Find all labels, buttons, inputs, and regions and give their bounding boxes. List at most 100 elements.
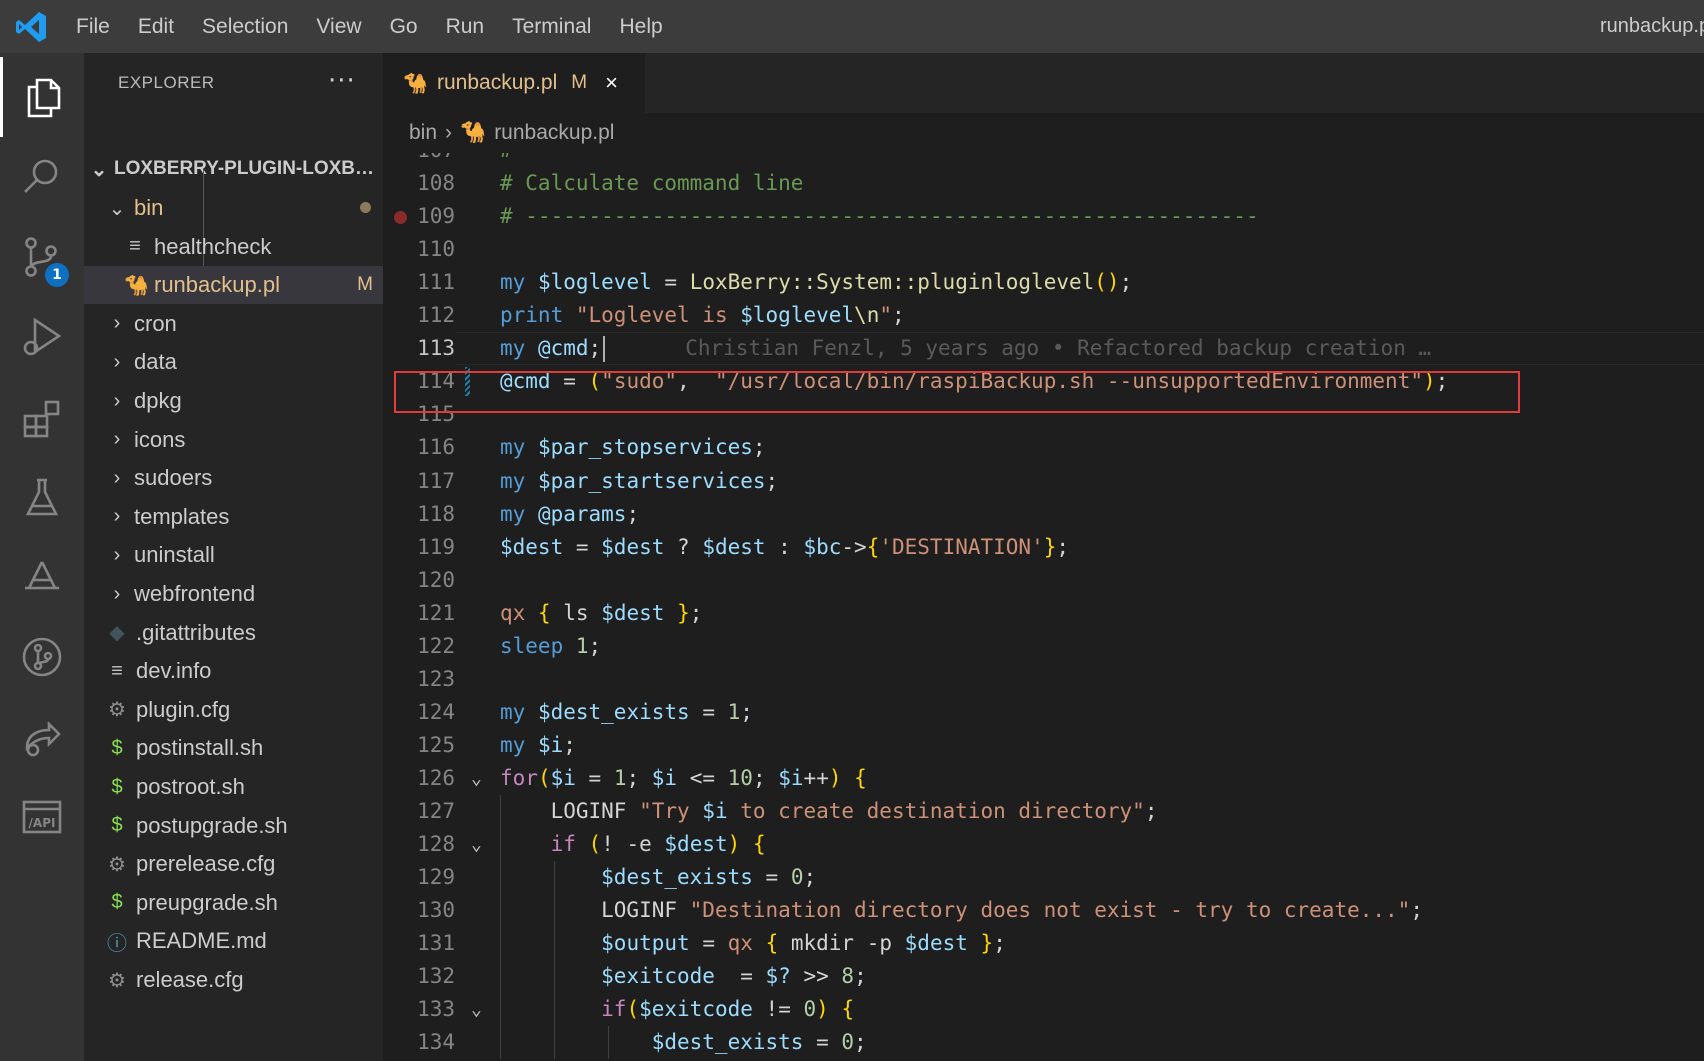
code-line[interactable]: ⌄ 133 if($exitcode != 0) { xyxy=(383,993,1704,1026)
explorer-item-label: sudoers xyxy=(134,465,213,491)
explorer-item-bin[interactable]: ⌄ bin xyxy=(84,189,383,227)
explorer-item-dpkg[interactable]: › dpkg xyxy=(84,382,383,420)
line-number: 132 xyxy=(417,964,455,989)
code-line[interactable]: 120 xyxy=(383,564,1704,597)
code-line[interactable]: 116 my $par_stopservices; xyxy=(383,431,1704,464)
search-activity[interactable] xyxy=(0,137,84,217)
tab-runbackup[interactable]: 🐪 runbackup.pl M × xyxy=(383,53,645,113)
explorer-activity[interactable] xyxy=(0,57,84,137)
menu-go[interactable]: Go xyxy=(376,15,432,39)
activity-bar: 1 /API xyxy=(0,53,84,1061)
menu-file[interactable]: File xyxy=(62,15,124,39)
shell-icon: $ xyxy=(111,736,123,759)
code-line[interactable]: 124 my $dest_exists = 1; xyxy=(383,696,1704,729)
explorer-item-label: preupgrade.sh xyxy=(136,889,278,915)
extensions-activity[interactable] xyxy=(0,377,84,457)
git-graph-activity[interactable] xyxy=(0,617,84,697)
explorer-item-icons[interactable]: › icons xyxy=(84,421,383,459)
chevron-down-icon: ⌄ xyxy=(108,197,126,220)
code-text: for($i = 1; $i <= 10; $i++) { xyxy=(500,765,867,790)
code-line[interactable]: 112 print "Loglevel is $loglevel\n"; xyxy=(383,299,1704,332)
code-line[interactable]: 113 my @cmd; Christian Fenzl, 5 years ago … xyxy=(383,332,1704,366)
chevron-right-icon: › xyxy=(113,312,121,335)
explorer-item-healthcheck[interactable]: ≡ healthcheck xyxy=(84,228,383,266)
code-line[interactable]: ⌄ 126 for($i = 1; $i <= 10; $i++) { xyxy=(383,762,1704,795)
explorer-item-postinstall-sh[interactable]: $ postinstall.sh xyxy=(84,729,383,767)
code-line[interactable]: 131 $output = qx { mkdir -p $dest }; xyxy=(383,927,1704,960)
explorer-item-uninstall[interactable]: › uninstall xyxy=(84,536,383,574)
close-icon[interactable]: × xyxy=(605,70,618,96)
source-control-activity[interactable]: 1 xyxy=(0,217,84,297)
code-text: LOGINF "Destination directory does not e… xyxy=(500,898,1423,923)
workspace-root[interactable]: ⌄ LOXBERRY-PLUGIN-LOXBE... xyxy=(84,150,383,188)
explorer-item-label: dpkg xyxy=(134,388,182,413)
breadcrumb-file[interactable]: runbackup.pl xyxy=(494,121,614,144)
explorer-item-webfrontend[interactable]: › webfrontend xyxy=(84,575,383,613)
tree-icon xyxy=(25,561,59,590)
explorer-item-sudoers[interactable]: › sudoers xyxy=(84,459,383,497)
code-line[interactable]: 130 LOGINF "Destination directory does n… xyxy=(383,894,1704,927)
api-activity[interactable]: /API xyxy=(0,777,84,857)
fold-chevron-icon[interactable]: ⌄ xyxy=(471,762,482,795)
menu-run[interactable]: Run xyxy=(432,15,499,39)
code-line[interactable]: 111 my $loglevel = LoxBerry::System::plug… xyxy=(383,266,1704,299)
code-line[interactable]: 107 # -----------------------------------… xyxy=(383,153,1704,167)
testing-activity[interactable] xyxy=(0,457,84,537)
code-line[interactable]: 134 $dest_exists = 0; xyxy=(383,1026,1704,1059)
vscode-logo-icon xyxy=(16,12,46,42)
menu-edit[interactable]: Edit xyxy=(124,15,188,39)
explorer-item-dev-info[interactable]: ≡ dev.info xyxy=(84,652,383,690)
code-line[interactable]: 125 my $i; xyxy=(383,729,1704,762)
explorer-item-plugin-cfg[interactable]: ⚙ plugin.cfg xyxy=(84,691,383,729)
code-line[interactable]: 121 qx { ls $dest }; xyxy=(383,597,1704,630)
live-share-activity[interactable] xyxy=(0,697,84,777)
menu-selection[interactable]: Selection xyxy=(188,15,302,39)
code-text: LOGINF "Try $i to create destination dir… xyxy=(500,799,1158,823)
code-line[interactable]: 118 my @params; xyxy=(383,498,1704,531)
run-debug-icon xyxy=(23,317,62,356)
code-line[interactable]: 129 $dest_exists = 0; xyxy=(383,861,1704,894)
explorer-item-prerelease-cfg[interactable]: ⚙ prerelease.cfg xyxy=(84,845,383,883)
fold-chevron-icon[interactable]: ⌄ xyxy=(471,828,482,861)
explorer-item-gitattributes[interactable]: ◆ .gitattributes xyxy=(84,614,383,652)
line-number: 134 xyxy=(417,1030,455,1055)
explorer-item-postupgrade-sh[interactable]: $ postupgrade.sh xyxy=(84,807,383,845)
chevron-right-icon: › xyxy=(113,428,121,451)
code-line[interactable]: 109 # -----------------------------------… xyxy=(383,200,1704,233)
explorer-item-templates[interactable]: › templates xyxy=(84,498,383,536)
explorer-item-release-cfg[interactable]: ⚙ release.cfg xyxy=(84,961,383,999)
explorer-item-label: templates xyxy=(134,503,230,529)
explorer-item-data[interactable]: › data xyxy=(84,343,383,381)
code-line[interactable]: 132 $exitcode = $? >> 8; xyxy=(383,960,1704,993)
code-line[interactable]: 117 my $par_startservices; xyxy=(383,465,1704,498)
explorer-item-readme-md[interactable]: ⓘ README.md xyxy=(84,922,383,960)
line-number: 130 xyxy=(417,898,455,923)
explorer-item-runbackup-pl[interactable]: 🐪 runbackup.pl M xyxy=(84,266,383,305)
explorer-item-postroot-sh[interactable]: $ postroot.sh xyxy=(84,768,383,806)
chevron-right-icon: › xyxy=(445,121,453,144)
code-text: my $i; xyxy=(500,732,576,757)
code-line[interactable]: 119 $dest = $dest ? $dest : $bc->{'DESTIN… xyxy=(383,531,1704,564)
code-line[interactable]: 110 xyxy=(383,233,1704,266)
menu-view[interactable]: View xyxy=(302,15,375,39)
explorer-item-label: webfrontend xyxy=(134,581,256,606)
fold-chevron-icon[interactable]: ⌄ xyxy=(471,993,482,1026)
run-debug-activity[interactable] xyxy=(0,297,84,377)
menu-terminal[interactable]: Terminal xyxy=(498,15,605,39)
code-line[interactable]: 108 # Calculate command line xyxy=(383,167,1704,200)
code-editor[interactable]: 107 # -----------------------------------… xyxy=(383,153,1704,1061)
explorer-more-button[interactable]: ··· xyxy=(328,53,356,113)
line-number: 107 xyxy=(383,153,455,167)
code-line[interactable]: 127 LOGINF "Try $i to create destination… xyxy=(383,795,1704,828)
code-line[interactable]: 123 xyxy=(383,663,1704,696)
menu-help[interactable]: Help xyxy=(605,15,676,39)
code-line[interactable]: ⌄ 128 if (! -e $dest) { xyxy=(383,828,1704,861)
explorer-item-cron[interactable]: › cron xyxy=(84,305,383,343)
azure-activity[interactable] xyxy=(0,537,84,617)
line-number: 129 xyxy=(417,865,455,890)
breadcrumb-folder[interactable]: bin xyxy=(409,121,437,144)
indent-guide xyxy=(554,861,555,1060)
explorer-item-preupgrade-sh[interactable]: $ preupgrade.sh xyxy=(84,884,383,922)
line-number: 113 xyxy=(417,336,455,361)
code-line[interactable]: 122 sleep 1; xyxy=(383,630,1704,663)
